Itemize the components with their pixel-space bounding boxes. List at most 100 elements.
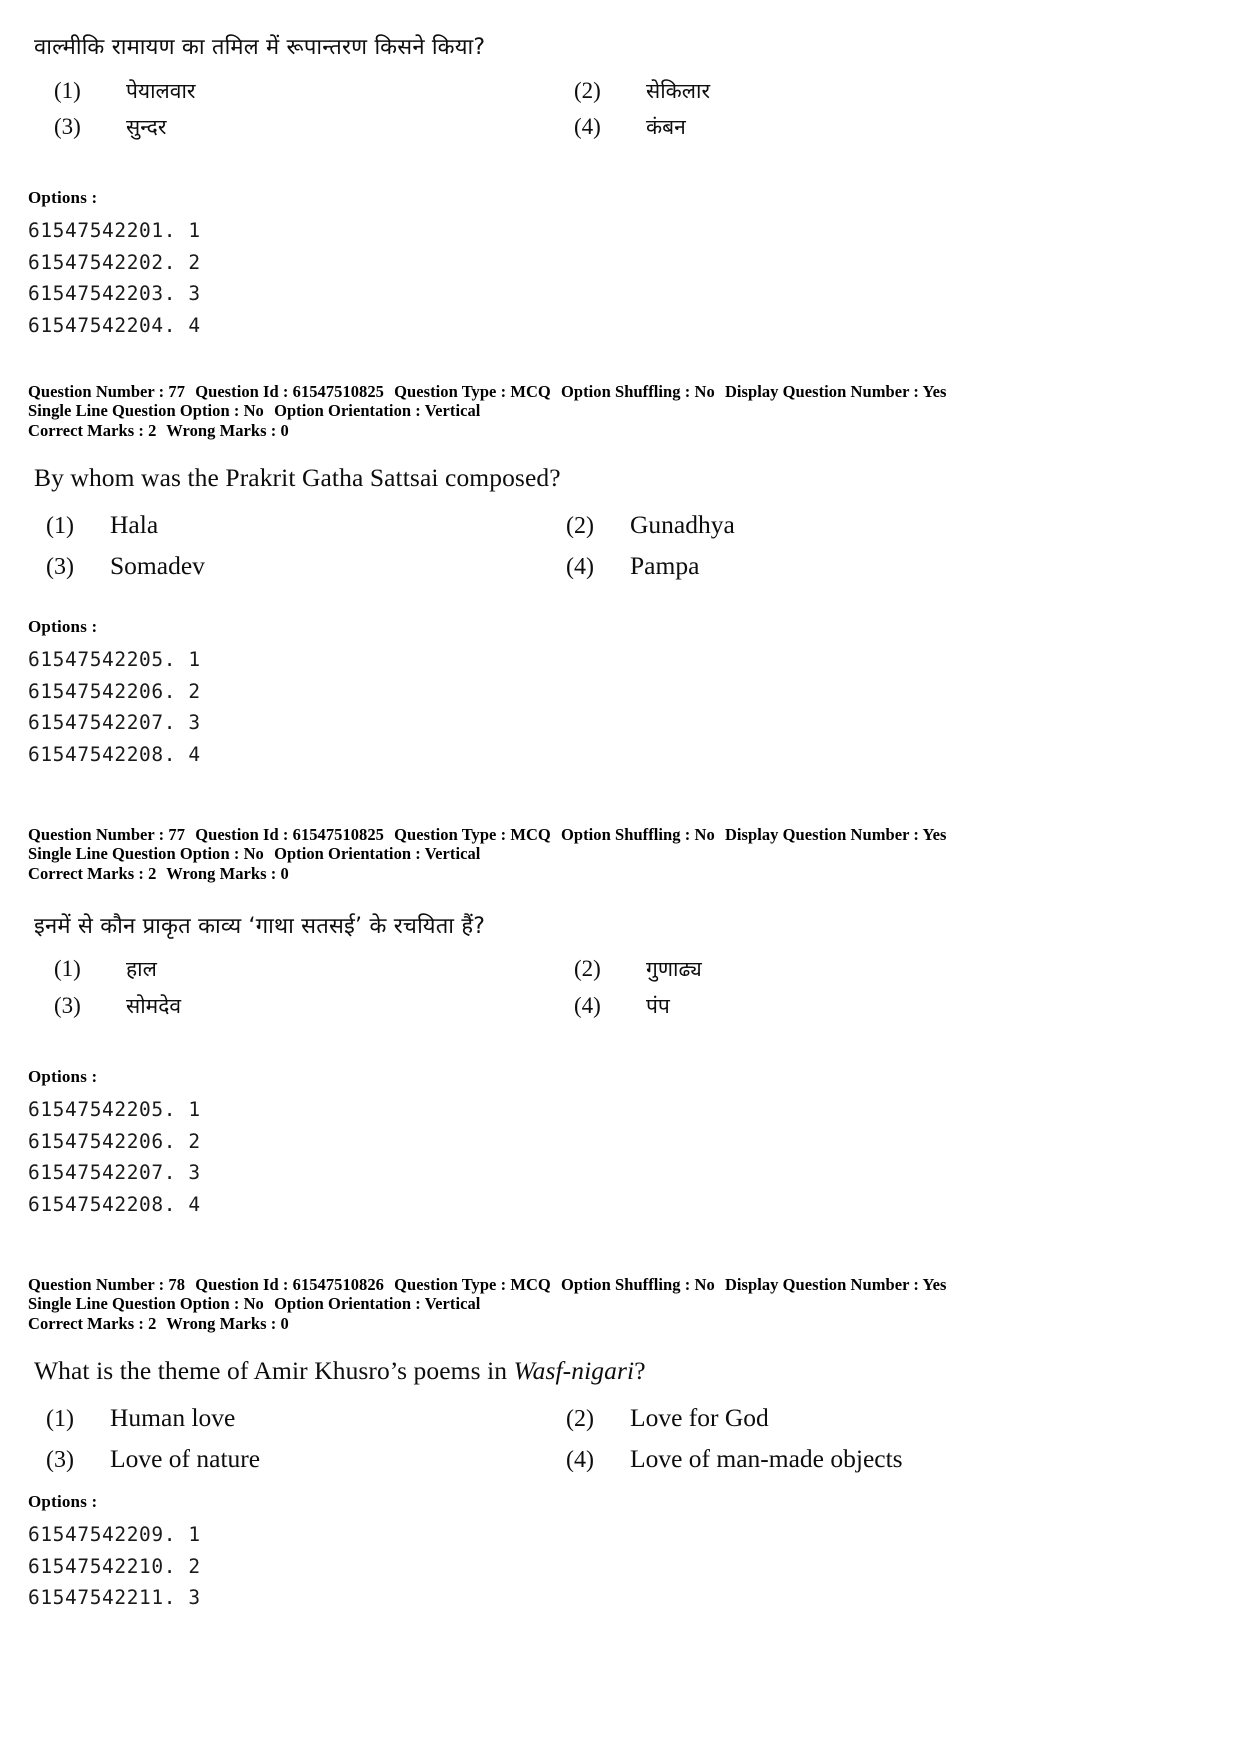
option-label: Somadev bbox=[110, 551, 205, 581]
value-option-shuffling: No bbox=[694, 1274, 715, 1294]
value-display-question-number: Yes bbox=[922, 824, 947, 844]
option-number: (2) bbox=[566, 1405, 594, 1432]
answer-options: (1) Hala (2) Gunadhya (3) Somadev (4) Pa… bbox=[28, 508, 1196, 583]
option-id-row: 61547542203. 3 bbox=[28, 282, 201, 306]
question-paper-page: वाल्मीकि रामायण का तमिल में रूपान्तरण कि… bbox=[0, 0, 1240, 1754]
option-2[interactable]: (2) Gunadhya bbox=[566, 508, 1196, 542]
label-wrong-marks: Wrong Marks : bbox=[166, 420, 277, 440]
option-id-row: 61547542206. 2 bbox=[28, 679, 201, 703]
option-number: (3) bbox=[54, 993, 81, 1019]
metadata-line-2: Single Line Question Option : No Option … bbox=[28, 844, 1196, 863]
value-option-orientation: Vertical bbox=[424, 1294, 481, 1314]
option-1[interactable]: (1) हाल bbox=[54, 954, 574, 984]
option-label: Pampa bbox=[630, 551, 700, 581]
option-label: Love for God bbox=[630, 1402, 769, 1432]
value-single-line-question-option: No bbox=[243, 1294, 264, 1314]
option-4[interactable]: (4) Pampa bbox=[566, 549, 1196, 583]
option-3[interactable]: (3) Love of nature bbox=[46, 1442, 566, 1476]
question-text: इनमें से कौन प्राकृत काव्य ‘गाथा सतसई’ क… bbox=[34, 913, 486, 939]
metadata-line-3: Correct Marks : 2 Wrong Marks : 0 bbox=[28, 421, 1196, 440]
label-correct-marks: Correct Marks : bbox=[28, 863, 144, 883]
option-1[interactable]: (1) Human love bbox=[46, 1401, 566, 1435]
option-number: (4) bbox=[566, 1447, 594, 1474]
options-heading: Options : bbox=[28, 188, 98, 208]
option-id-row: 61547542205. 1 bbox=[28, 648, 201, 672]
option-id-row: 61547542210. 2 bbox=[28, 1554, 201, 1578]
question-block-q77-hindi: इनमें से कौन प्राकृत काव्य ‘गाथा सतसई’ क… bbox=[28, 913, 1196, 1221]
option-id-row: 61547542201. 1 bbox=[28, 219, 201, 243]
label-single-line-question-option: Single Line Question Option : bbox=[28, 1294, 240, 1314]
option-label: सेकिलार bbox=[646, 78, 711, 103]
value-correct-marks: 2 bbox=[148, 863, 157, 883]
option-4[interactable]: (4) कंबन bbox=[574, 112, 1196, 142]
option-1[interactable]: (1) पेयालवार bbox=[54, 76, 574, 106]
value-option-orientation: Vertical bbox=[424, 844, 481, 864]
option-2[interactable]: (2) सेकिलार bbox=[574, 76, 1196, 106]
label-single-line-question-option: Single Line Question Option : bbox=[28, 401, 240, 421]
option-3[interactable]: (3) Somadev bbox=[46, 549, 566, 583]
label-question-number: Question Number : bbox=[28, 381, 165, 401]
label-question-number: Question Number : bbox=[28, 1274, 165, 1294]
metadata-line-2: Single Line Question Option : No Option … bbox=[28, 401, 1196, 420]
option-3[interactable]: (3) सोमदेव bbox=[54, 991, 574, 1021]
option-id-row: 61547542208. 4 bbox=[28, 1192, 201, 1216]
answer-options: (1) पेयालवार (2) सेकिलार (3) सुन्दर (4) … bbox=[28, 76, 1196, 143]
label-single-line-question-option: Single Line Question Option : bbox=[28, 844, 240, 864]
question-text-suffix: ? bbox=[634, 1355, 646, 1385]
option-id-row: 61547542209. 1 bbox=[28, 1523, 201, 1547]
option-label: Love of man-made objects bbox=[630, 1444, 903, 1474]
option-label: Gunadhya bbox=[630, 509, 735, 539]
question-metadata-q78: Question Number : 78 Question Id : 61547… bbox=[28, 1275, 1196, 1333]
metadata-line-3: Correct Marks : 2 Wrong Marks : 0 bbox=[28, 1314, 1196, 1333]
options-heading: Options : bbox=[28, 1492, 98, 1512]
option-label: Hala bbox=[110, 509, 159, 539]
question-text-prefix: What is the theme of Amir Khusro’s poems… bbox=[34, 1355, 514, 1385]
option-label: गुणाढ्य bbox=[646, 957, 702, 982]
value-display-question-number: Yes bbox=[922, 1274, 947, 1294]
option-number: (4) bbox=[574, 993, 601, 1019]
label-display-question-number: Display Question Number : bbox=[724, 381, 919, 401]
value-question-type: MCQ bbox=[510, 824, 551, 844]
option-label: Human love bbox=[110, 1402, 236, 1432]
value-option-orientation: Vertical bbox=[424, 401, 481, 421]
value-wrong-marks: 0 bbox=[280, 863, 289, 883]
value-option-shuffling: No bbox=[694, 824, 715, 844]
options-heading: Options : bbox=[28, 617, 98, 637]
option-number: (3) bbox=[54, 114, 81, 140]
value-correct-marks: 2 bbox=[148, 1313, 157, 1333]
option-4[interactable]: (4) Love of man-made objects bbox=[566, 1442, 1196, 1476]
option-label: पंप bbox=[646, 994, 670, 1019]
question-text: वाल्मीकि रामायण का तमिल में रूपान्तरण कि… bbox=[34, 35, 486, 60]
option-2[interactable]: (2) गुणाढ्य bbox=[574, 954, 1196, 984]
metadata-line-1: Question Number : 77 Question Id : 61547… bbox=[28, 825, 1196, 844]
option-4[interactable]: (4) पंप bbox=[574, 991, 1196, 1021]
value-question-id: 61547510825 bbox=[292, 824, 384, 844]
label-option-orientation: Option Orientation : bbox=[274, 844, 421, 864]
option-id-row: 61547542202. 2 bbox=[28, 250, 201, 274]
label-question-type: Question Type : bbox=[394, 381, 507, 401]
answer-options: (1) हाल (2) गुणाढ्य (3) सोमदेव (4) पंप bbox=[28, 954, 1196, 1021]
option-2[interactable]: (2) Love for God bbox=[566, 1401, 1196, 1435]
option-id-row: 61547542211. 3 bbox=[28, 1586, 201, 1610]
option-number: (2) bbox=[566, 512, 594, 539]
option-3[interactable]: (3) सुन्दर bbox=[54, 112, 574, 142]
label-question-id: Question Id : bbox=[195, 1274, 289, 1294]
label-question-number: Question Number : bbox=[28, 824, 165, 844]
option-id-row: 61547542208. 4 bbox=[28, 742, 201, 766]
option-1[interactable]: (1) Hala bbox=[46, 508, 566, 542]
option-number: (4) bbox=[566, 554, 594, 581]
label-option-shuffling: Option Shuffling : bbox=[561, 1274, 691, 1294]
option-id-list: 61547542205. 1 61547542206. 2 6154754220… bbox=[28, 644, 1196, 770]
option-label: सोमदेव bbox=[126, 994, 182, 1019]
label-display-question-number: Display Question Number : bbox=[724, 824, 919, 844]
option-label: सुन्दर bbox=[126, 115, 167, 140]
metadata-line-1: Question Number : 78 Question Id : 61547… bbox=[28, 1275, 1196, 1294]
question-text-italic: Wasf-nigari bbox=[513, 1355, 635, 1385]
label-question-type: Question Type : bbox=[394, 1274, 507, 1294]
